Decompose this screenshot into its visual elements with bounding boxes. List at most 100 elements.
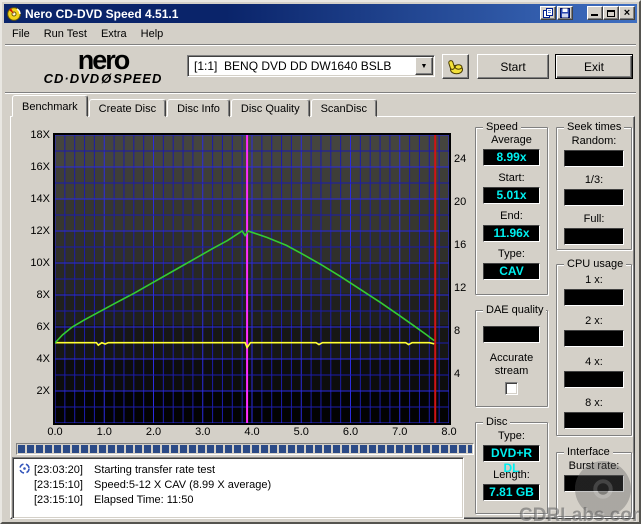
panel-title-cpu-usage: CPU usage [564, 258, 627, 270]
value-2-x [564, 330, 624, 347]
save-button[interactable] [557, 6, 573, 20]
nero-logo-subtext: CD·DVDØSPEED [43, 71, 163, 86]
value-type: CAV [483, 263, 540, 280]
panel-dae-quality: DAE quality Accurate stream [475, 304, 548, 407]
log-message: Elapsed Time: 11:50 [94, 493, 194, 506]
panel-disc: Disc Type: DVD+R DL Length: 7.81 GB [475, 416, 548, 514]
accurate-stream-checkbox[interactable] [505, 382, 518, 395]
menu-item-run-test[interactable]: Run Test [37, 26, 94, 42]
value-length: 7.81 GB [483, 484, 540, 501]
log-timestamp: [23:15:10] [34, 493, 83, 506]
log-entry: [23:15:10] Elapsed Time: 11:50 [19, 492, 461, 507]
accurate-stream-label: stream [494, 365, 529, 377]
menu-item-extra[interactable]: Extra [94, 26, 134, 42]
menu-bar: File Run Test Extra Help [5, 25, 170, 43]
field-label-length: Length: [493, 469, 530, 481]
eject-hand-button[interactable] [442, 54, 469, 79]
tab-scandisc[interactable]: ScanDisc [310, 99, 378, 117]
x-axis-label: 8.0 [441, 426, 457, 438]
field-label-8-x: 8 x: [585, 397, 603, 409]
log-timestamp: [23:03:20] [34, 463, 83, 476]
progress-bar [16, 443, 474, 455]
window-title: Nero CD-DVD Speed 4.51.1 [25, 6, 179, 21]
field-label-end: End: [500, 210, 523, 222]
panel-title-seek-times: Seek times [564, 121, 625, 133]
tab-disc-quality[interactable]: Disc Quality [230, 99, 310, 117]
y-axis-label-right: 8 [454, 325, 461, 338]
start-button[interactable]: Start [477, 54, 549, 79]
field-label-1-x: 1 x: [585, 274, 603, 286]
app-window: Nero CD-DVD Speed 4.51.1 × FileRun Test [0, 0, 641, 524]
disc-glyph-icon: Ø [101, 71, 113, 86]
tab-benchmark[interactable]: Benchmark [12, 95, 88, 117]
y-axis-label-right: 20 [454, 196, 467, 208]
field-label-random: Random: [571, 135, 617, 147]
benchmark-chart [53, 133, 451, 425]
panel-speed: Speed Average 8.99x Start: 5.01x End: 11.96x Ty… [475, 121, 548, 295]
field-label-average: Average [491, 134, 532, 146]
x-axis-label: 5.0 [293, 426, 309, 438]
progress-bar-fill [18, 445, 472, 453]
value-end: 11.96x [483, 225, 540, 242]
title-bar[interactable]: Nero CD-DVD Speed 4.51.1 × [4, 4, 637, 23]
value-1-x [564, 289, 624, 306]
report-button[interactable] [540, 6, 556, 20]
y-axis-label-right: 16 [454, 239, 467, 252]
drive-select-arrow[interactable]: ▼ [415, 57, 433, 75]
y-axis-label-left: 4X [36, 353, 50, 365]
y-axis-label-left: 12X [30, 225, 50, 237]
y-axis-label-left: 6X [36, 321, 50, 333]
pages-icon [543, 8, 553, 18]
field-label-type: Type: [498, 430, 525, 442]
field-label-1-3: 1/3: [584, 174, 604, 186]
value-full [564, 228, 624, 245]
menu-item-help[interactable]: Help [134, 26, 171, 42]
chevron-down-icon: ▼ [420, 62, 428, 70]
y-axis-label-right: 4 [454, 368, 461, 381]
tab-bar: Benchmark Create Disc Disc Info Disc Qualit… [12, 95, 378, 117]
field-label-burst-rate: Burst rate: [568, 460, 620, 472]
app-icon [7, 6, 21, 21]
value-average: 8.99x [483, 149, 540, 166]
y-axis-label-left: 18X [30, 129, 50, 141]
drive-select-value: [1:1] BENQ DVD DD DW1640 BSLB [194, 59, 392, 73]
log-info-icon [19, 462, 34, 477]
x-axis-label: 4.0 [244, 426, 260, 438]
separator-line [5, 92, 636, 94]
panel-title-dae-quality: DAE quality [483, 304, 547, 316]
value-start: 5.01x [483, 187, 540, 204]
y-axis-label-left: 10X [30, 257, 50, 269]
tab-disc-info[interactable]: Disc Info [167, 99, 230, 117]
maximize-icon [607, 9, 615, 17]
log-panel[interactable]: [23:03:20] Starting transfer rate test [23… [12, 457, 464, 519]
y-axis-label-right: 24 [454, 152, 467, 165]
y-axis-label-left: 2X [36, 385, 50, 397]
drive-select[interactable]: [1:1] BENQ DVD DD DW1640 BSLB ▼ [187, 55, 435, 77]
log-entry: [23:15:10] Speed:5-12 X CAV (8.99 X avera… [19, 477, 461, 492]
field-label-start: Start: [498, 172, 525, 184]
value-4-x [564, 371, 624, 388]
close-button[interactable]: × [619, 6, 635, 20]
nero-logo: nero CD·DVDØSPEED [18, 45, 188, 86]
field-label-4-x: 4 x: [585, 356, 603, 368]
nero-logo-text: nero [77, 45, 131, 75]
maximize-button[interactable] [603, 6, 619, 20]
x-axis-label: 1.0 [96, 426, 112, 438]
minimize-button[interactable] [587, 6, 603, 20]
chart-canvas [55, 135, 449, 423]
log-message: Speed:5-12 X CAV (8.99 X average) [94, 478, 272, 491]
field-label-type: Type: [498, 248, 525, 260]
accurate-stream-label: Accurate [489, 352, 534, 364]
tab-create-disc[interactable]: Create Disc [88, 99, 167, 117]
field-label-full: Full: [583, 213, 605, 225]
panel-title-interface: Interface [564, 446, 613, 458]
log-entry: [23:03:20] Starting transfer rate test [19, 462, 461, 477]
value-1-3 [564, 189, 624, 206]
exit-button[interactable]: Exit [555, 54, 633, 79]
menu-item-file[interactable]: File [5, 26, 37, 42]
log-timestamp: [23:15:10] [34, 478, 83, 491]
x-axis-label: 3.0 [195, 426, 211, 438]
panel-seek-times: Seek times Random: 1/3: Full: [556, 121, 632, 250]
value-8-x [564, 412, 624, 429]
series-rotation-speed [55, 341, 435, 350]
